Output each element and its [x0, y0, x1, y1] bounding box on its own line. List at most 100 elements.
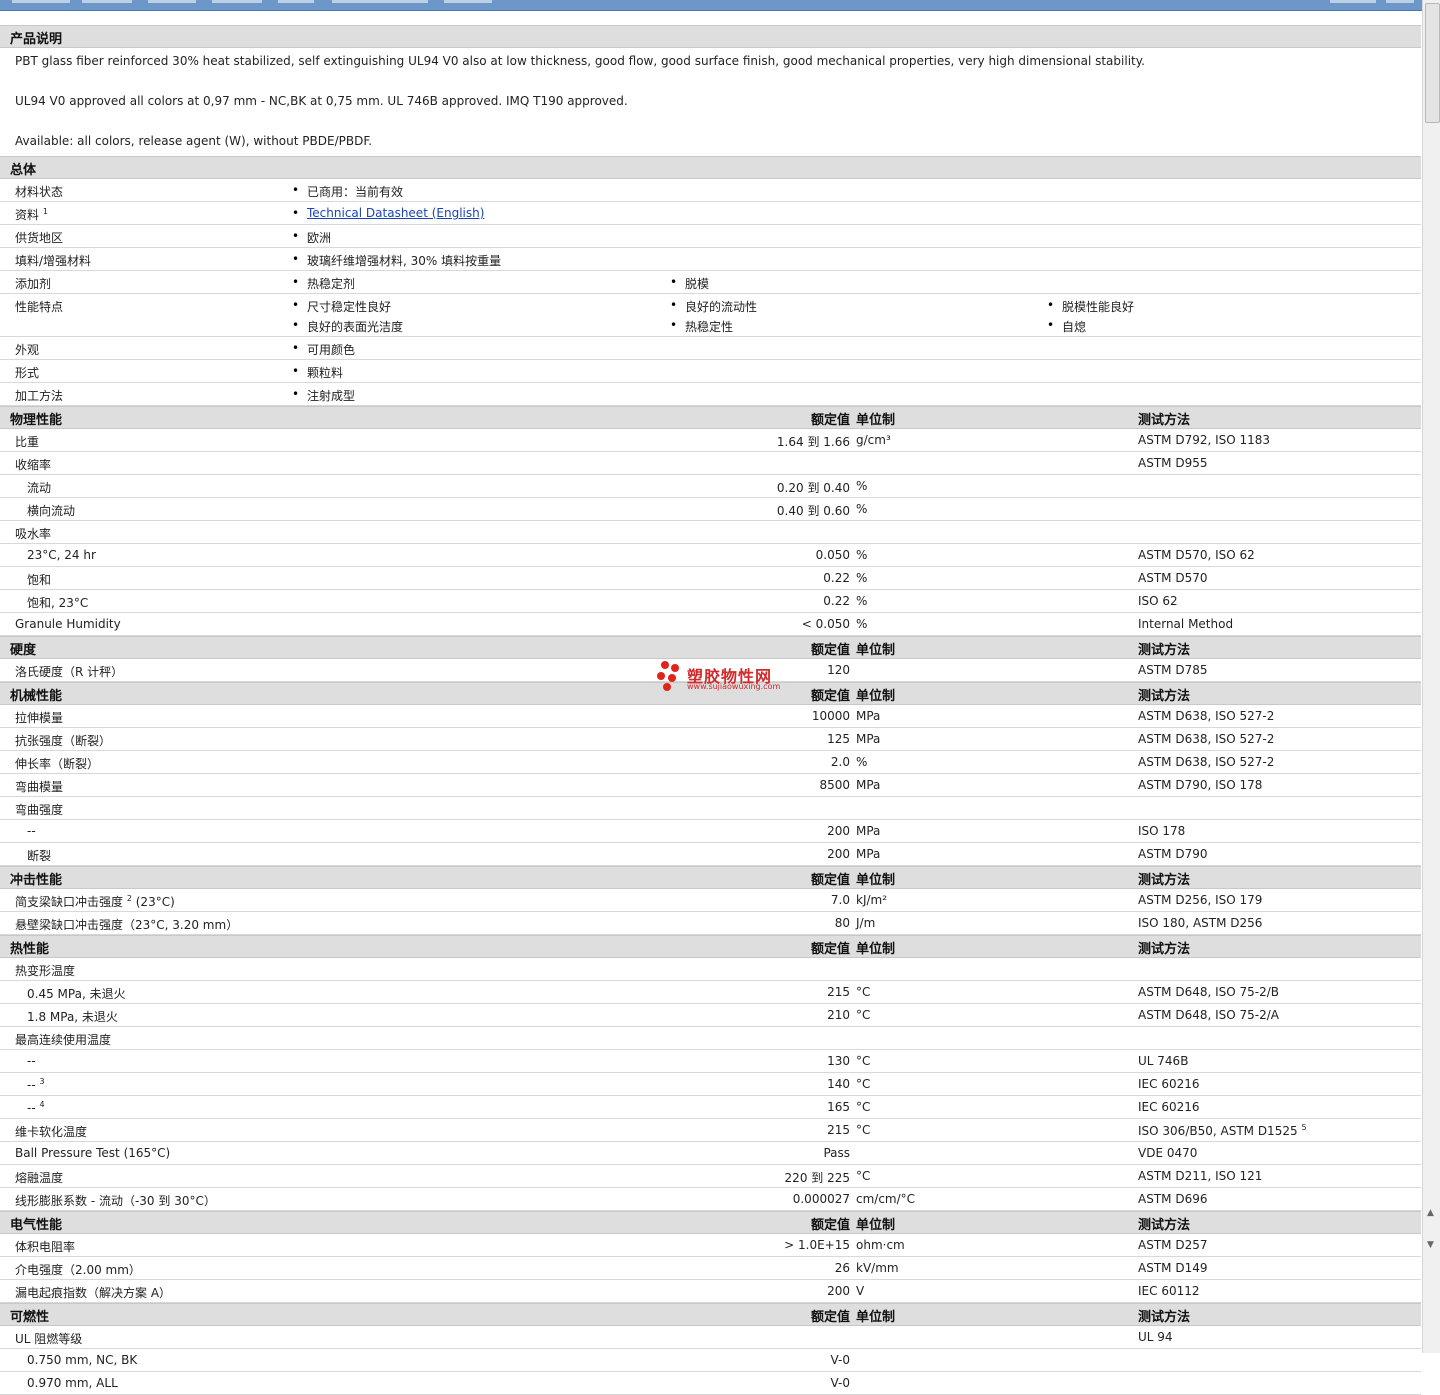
nav-link[interactable]: [332, 0, 428, 3]
footnote-marker: 3: [39, 1077, 45, 1086]
column-header-nominal: 额定值: [810, 1218, 850, 1233]
property-name: 横向流动: [27, 504, 76, 518]
property-name: 热变形温度: [15, 964, 76, 978]
test-method: ASTM D648, ISO 75-2/B: [1138, 985, 1279, 999]
property-unit: %: [856, 571, 868, 585]
property-label: -- 4: [27, 1100, 45, 1115]
property-name: 0.45 MPa, 未退火: [27, 987, 126, 1001]
property-label: 弯曲模量: [15, 778, 63, 795]
property-row: 饱和 0.22% ASTM D570: [0, 567, 1421, 590]
property-value: 0.20 到 0.40: [776, 481, 850, 495]
property-label: --: [27, 824, 36, 838]
property-name: 维卡软化温度: [15, 1125, 88, 1139]
property-unit: °C: [856, 1008, 871, 1022]
property-label: 0.970 mm, ALL: [27, 1376, 118, 1390]
property-label: 23°C, 24 hr: [27, 548, 96, 562]
column-header-method: 测试方法: [1138, 873, 1191, 888]
property-row: 悬壁梁缺口冲击强度（23°C, 3.20 mm） 80 J/m ISO 180, AS…: [0, 912, 1421, 935]
section-header: 可燃性 额定值 单位制 测试方法: [0, 1303, 1421, 1326]
column-header-nominal: 额定值: [810, 873, 850, 888]
test-method-text: IEC 60216: [1138, 1100, 1200, 1114]
property-row: Granule Humidity < 0.050% Internal Method: [0, 613, 1421, 636]
property-name: 吸水率: [15, 527, 52, 541]
section-header: 物理性能 额定值 单位制 测试方法: [0, 406, 1421, 429]
property-row: 横向流动 0.40 到 0.60%: [0, 498, 1421, 521]
product-description: PBT glass fiber reinforced 30% heat stab…: [0, 48, 1421, 156]
technical-datasheet-link[interactable]: Technical Datasheet (English): [307, 206, 484, 220]
label-text: 外观: [15, 343, 40, 357]
property-unit: %: [856, 755, 868, 769]
property-row: 流动 0.20 到 0.40%: [0, 475, 1421, 498]
property-label: 伸长率（断裂）: [15, 755, 99, 772]
column-header-nominal: 额定值: [810, 689, 850, 704]
property-row: 0.45 MPa, 未退火 215 °C ASTM D648, ISO 75-2/B: [0, 981, 1421, 1004]
property-name: 0.750 mm, NC, BK: [27, 1353, 138, 1367]
info-label: 外观: [15, 341, 39, 358]
section-title: 物理性能: [10, 413, 63, 428]
nav-link[interactable]: [82, 0, 132, 3]
scroll-down-arrow-icon[interactable]: ▼: [1427, 1240, 1434, 1250]
test-method: ASTM D638, ISO 527-2: [1138, 709, 1274, 723]
nav-link[interactable]: [1386, 0, 1414, 3]
column-header-method: 测试方法: [1138, 643, 1191, 658]
property-name: 饱和: [27, 573, 52, 587]
info-bullet: Technical Datasheet (English): [292, 206, 484, 220]
property-row: 体积电阻率 > 1.0E+15 ohm·cm ASTM D257: [0, 1234, 1421, 1257]
column-header-unit: 单位制: [856, 1218, 896, 1233]
test-method-text: ASTM D790, ISO 178: [1138, 778, 1263, 792]
label-text: 填料/增强材料: [15, 254, 92, 268]
footnote-marker: 5: [1301, 1123, 1307, 1132]
test-method-text: ASTM D211, ISO 121: [1138, 1169, 1263, 1183]
section-header: 电气性能 额定值 单位制 测试方法: [0, 1211, 1421, 1234]
test-method: ASTM D785: [1138, 663, 1207, 677]
nav-link[interactable]: [278, 0, 314, 3]
section-header: 冲击性能 额定值 单位制 测试方法: [0, 866, 1421, 889]
info-label: 资料 1: [15, 206, 48, 223]
label-text: 性能特点: [15, 300, 64, 314]
property-name: 23°C, 24 hr: [27, 548, 96, 562]
description-paragraph: PBT glass fiber reinforced 30% heat stab…: [15, 54, 1145, 68]
property-name: 饱和, 23°C: [27, 596, 89, 610]
test-method-text: ISO 178: [1138, 824, 1186, 838]
property-label: 饱和: [27, 571, 51, 588]
scroll-up-arrow-icon[interactable]: ▲: [1427, 1208, 1434, 1218]
info-bullet: 欧洲: [292, 229, 331, 246]
section-header: 产品说明: [0, 25, 1421, 48]
property-name: UL 阻燃等级: [15, 1332, 83, 1346]
property-value: 120: [827, 663, 850, 677]
test-method: ASTM D955: [1138, 456, 1207, 470]
nav-link[interactable]: [148, 0, 196, 3]
section-header: 热性能 额定值 单位制 测试方法: [0, 935, 1421, 958]
test-method-text: UL 94: [1138, 1330, 1173, 1344]
property-label: 比重: [15, 433, 39, 450]
property-name: --: [27, 824, 36, 838]
test-method-text: VDE 0470: [1138, 1146, 1198, 1160]
test-method-text: ASTM D785: [1138, 663, 1208, 677]
nav-link[interactable]: [444, 0, 492, 3]
property-row: UL 阻燃等级 UL 94: [0, 1326, 1421, 1349]
info-label: 供货地区: [15, 229, 63, 246]
property-unit: J/m: [856, 916, 876, 930]
section-title: 热性能: [10, 942, 50, 957]
nav-link[interactable]: [1330, 0, 1376, 3]
nav-link[interactable]: [12, 0, 70, 3]
property-unit: %: [856, 479, 868, 493]
watermark-logo: 塑胶物性网 www.sujiaowuxing.com: [657, 661, 787, 695]
property-label: 吸水率: [15, 525, 51, 542]
scrollbar-thumb[interactable]: [1425, 3, 1440, 123]
property-value: 220 到 225: [784, 1171, 850, 1185]
property-name: --: [27, 1054, 36, 1068]
nav-link[interactable]: [212, 0, 262, 3]
property-name: 抗张强度（断裂）: [15, 734, 112, 748]
section-title: 机械性能: [10, 689, 63, 704]
property-row: -- 4 165 °C IEC 60216: [0, 1096, 1421, 1119]
property-name: 断裂: [27, 849, 52, 863]
property-label: Granule Humidity: [15, 617, 121, 631]
vertical-scrollbar[interactable]: ▲ ▼: [1422, 0, 1440, 1353]
property-label: 简支梁缺口冲击强度 2 (23°C): [15, 893, 175, 910]
property-value: V-0: [830, 1353, 850, 1367]
column-header-method: 测试方法: [1138, 1218, 1191, 1233]
property-row: -- 130 °C UL 746B: [0, 1050, 1421, 1073]
test-method-text: ASTM D256, ISO 179: [1138, 893, 1263, 907]
